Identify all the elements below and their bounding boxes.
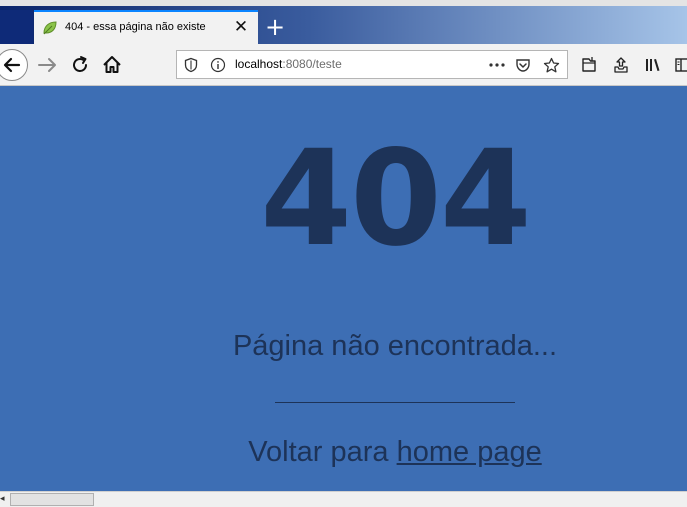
back-to-home-line: Voltar para home page: [200, 436, 590, 469]
error-page: 404 Página não encontrada... Voltar para…: [0, 86, 687, 491]
pocket-icon[interactable]: [515, 57, 531, 73]
address-bar[interactable]: localhost:8080/teste: [176, 50, 568, 79]
page-actions-icon[interactable]: [488, 57, 505, 73]
url-path: :8080/teste: [282, 57, 342, 71]
home-icon: [103, 56, 121, 73]
new-tab-button[interactable]: +: [264, 15, 286, 39]
navigation-bar: localhost:8080/teste: [0, 44, 687, 86]
leaf-icon: [42, 20, 58, 36]
bookmark-star-icon[interactable]: [543, 57, 560, 73]
arrow-right-icon: [38, 58, 56, 72]
home-button[interactable]: [98, 51, 126, 79]
forward-button[interactable]: [34, 51, 62, 79]
active-tab[interactable]: 404 - essa página não existe ✕: [34, 10, 258, 44]
horizontal-scrollbar[interactable]: ◂: [0, 491, 687, 507]
tab-overflow-stub: [0, 10, 33, 44]
url-host: localhost: [235, 57, 283, 71]
sidebar-icon[interactable]: [674, 56, 687, 74]
error-message: Página não encontrada...: [232, 330, 558, 362]
error-code-heading: 404: [260, 122, 532, 276]
reload-icon: [73, 56, 87, 72]
tab-bar: 404 - essa página não existe ✕ +: [0, 6, 687, 44]
back-button[interactable]: [0, 49, 28, 81]
tab-title: 404 - essa página não existe: [65, 21, 206, 33]
close-tab-icon[interactable]: ✕: [232, 18, 250, 36]
scrollbar-thumb[interactable]: [10, 493, 94, 506]
home-page-link[interactable]: home page: [397, 436, 542, 468]
downloads-icon[interactable]: [580, 56, 598, 74]
tracking-shield-icon[interactable]: [183, 57, 199, 73]
url-text[interactable]: localhost:8080/teste: [235, 57, 342, 71]
scroll-left-icon[interactable]: ◂: [0, 493, 8, 506]
site-info-icon[interactable]: [210, 57, 226, 73]
arrow-left-icon: [3, 57, 21, 73]
extension-icon[interactable]: [612, 56, 630, 74]
back-prefix: Voltar para: [248, 436, 397, 468]
divider: [275, 402, 515, 403]
reload-button[interactable]: [66, 51, 94, 79]
library-icon[interactable]: [644, 56, 662, 74]
